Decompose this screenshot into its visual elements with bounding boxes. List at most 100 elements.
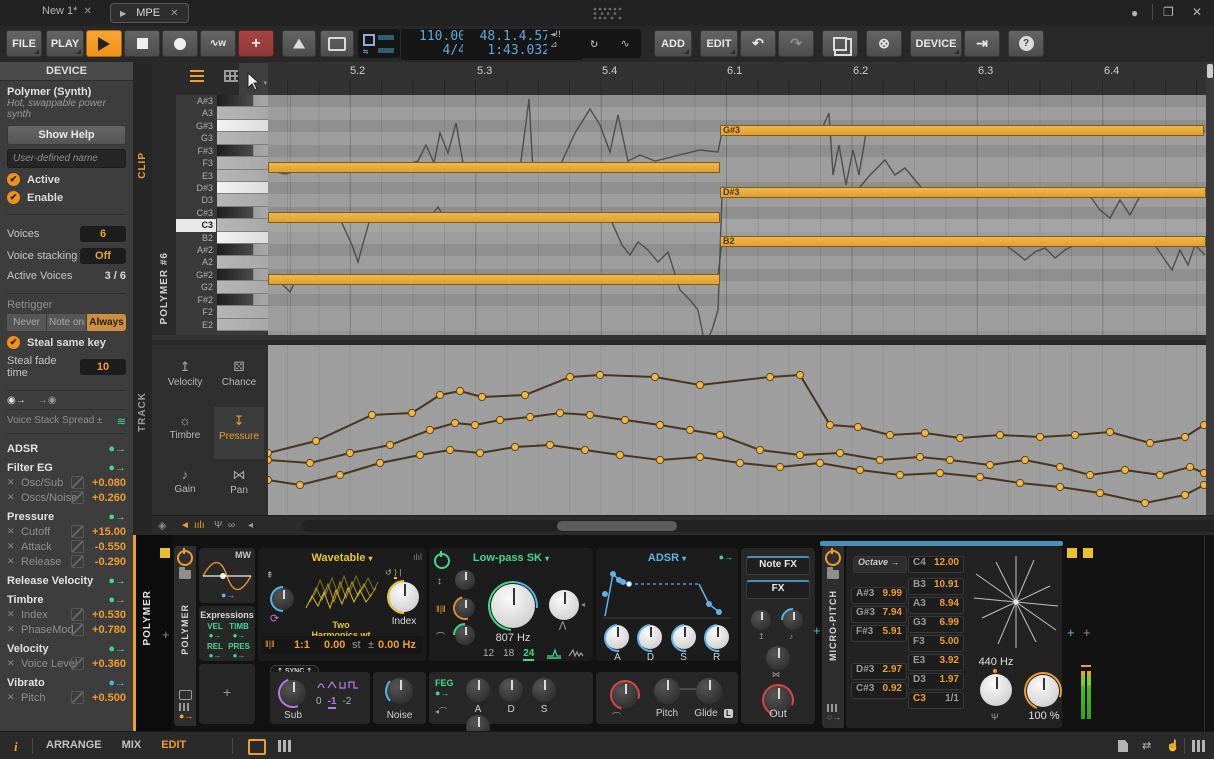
stop-button[interactable] bbox=[124, 30, 160, 57]
mod-source-arrow-icon[interactable]: ●→ bbox=[108, 575, 126, 587]
piano-key-graphic[interactable] bbox=[217, 182, 268, 194]
device-track-header[interactable]: POLYMER + bbox=[136, 535, 172, 731]
piano-key[interactable]: F2 bbox=[176, 306, 268, 318]
piano-key[interactable]: A3 bbox=[176, 107, 268, 119]
note-ratio[interactable]: 8.94 bbox=[940, 598, 959, 609]
piano-key[interactable]: G#3 bbox=[176, 120, 268, 132]
feg-knob[interactable] bbox=[532, 678, 556, 702]
edit-menu-button[interactable]: EDIT bbox=[700, 30, 738, 57]
add-device-end-icon[interactable]: + bbox=[1067, 625, 1075, 640]
piano-key-graphic[interactable] bbox=[217, 232, 268, 244]
micropitch-white-key-row[interactable]: G3 6.99 bbox=[908, 616, 964, 633]
micropitch-black-key-row[interactable]: F#3 5.91 bbox=[851, 625, 907, 642]
expression-button[interactable]: ⋈ Pan bbox=[214, 461, 264, 513]
wt-mode-icons[interactable]: ↺ ⟩ | bbox=[385, 568, 401, 577]
keytrack-icon[interactable]: ⇞ bbox=[266, 570, 274, 581]
touch-mode-icon[interactable]: ☝ bbox=[1166, 739, 1180, 752]
redo-button[interactable]: ↷ bbox=[778, 30, 814, 57]
add-modulator-icon[interactable]: + bbox=[223, 684, 231, 700]
piano-key-graphic[interactable] bbox=[217, 256, 268, 268]
velocity-bars-icon[interactable]: ıılı bbox=[194, 520, 205, 531]
retrigger-option[interactable]: Note on bbox=[47, 314, 86, 331]
adsr-title[interactable]: ADSR ▾ bbox=[596, 548, 738, 564]
piano-key-graphic[interactable] bbox=[217, 170, 268, 182]
metronome-button[interactable] bbox=[282, 30, 316, 57]
link-icon[interactable]: ∞ bbox=[228, 520, 235, 531]
remove-mod-icon[interactable]: ✕ bbox=[7, 609, 15, 620]
note-ratio[interactable]: 7.94 bbox=[883, 607, 902, 618]
note-grid[interactable]: G#3 D#3 B2 bbox=[268, 95, 1206, 335]
piano-key-graphic[interactable] bbox=[217, 207, 268, 219]
vertical-scrollbar[interactable] bbox=[1206, 62, 1214, 515]
adsr-knob-cell[interactable]: R bbox=[702, 624, 732, 663]
note-ratio[interactable]: 1.97 bbox=[940, 674, 959, 685]
piano-key[interactable]: G#2 bbox=[176, 269, 268, 281]
mixer-layout-icon[interactable] bbox=[278, 740, 291, 752]
piano-key-graphic[interactable] bbox=[217, 281, 268, 293]
automation-write-button[interactable]: ∿w bbox=[200, 30, 236, 57]
remove-mod-icon[interactable]: ✕ bbox=[7, 526, 15, 537]
feg-knob[interactable] bbox=[499, 678, 523, 702]
micropitch-white-key-row[interactable]: F3 5.00 bbox=[908, 635, 964, 652]
note-ratio[interactable]: 10.91 bbox=[934, 579, 959, 590]
close-window-button[interactable]: ✕ bbox=[1192, 5, 1202, 19]
note-ratio[interactable]: 12.00 bbox=[934, 557, 959, 568]
piano-key[interactable]: F3 bbox=[176, 157, 268, 169]
mod-targets-tab[interactable]: →◉ bbox=[38, 395, 57, 406]
sub-octave-option[interactable]: 0 bbox=[316, 696, 322, 709]
pitch-knob[interactable] bbox=[654, 678, 680, 704]
expression-button[interactable]: ⚄ Chance bbox=[214, 353, 264, 405]
mod-source-arrow-icon[interactable]: ●→ bbox=[108, 511, 126, 523]
close-tab-icon[interactable]: ✕ bbox=[83, 6, 91, 17]
adsr-envelope-graph[interactable] bbox=[601, 566, 733, 621]
add-device-end-icon2[interactable]: + bbox=[1083, 625, 1091, 640]
note-ratio[interactable]: 9.99 bbox=[883, 588, 902, 599]
piano-key-graphic[interactable] bbox=[217, 95, 268, 107]
piano-key[interactable]: F#2 bbox=[176, 294, 268, 306]
note-ratio[interactable]: 0.92 bbox=[883, 683, 902, 694]
row-value[interactable]: Off bbox=[80, 248, 126, 264]
mod-row[interactable]: ✕ Velocity ●→ bbox=[7, 641, 126, 656]
info-icon[interactable]: i bbox=[14, 739, 18, 755]
note[interactable] bbox=[268, 274, 720, 285]
mod-curve-icon[interactable] bbox=[71, 657, 84, 670]
loop-icon[interactable]: ↻ bbox=[590, 36, 598, 51]
feg-knob-cell[interactable]: D bbox=[496, 678, 526, 715]
piano-key[interactable]: C#3 bbox=[176, 207, 268, 219]
oscillator-type[interactable]: Wavetable ▾ bbox=[258, 548, 426, 564]
help-button[interactable]: ? bbox=[1008, 30, 1044, 57]
close-tab-icon[interactable]: ✕ bbox=[170, 8, 178, 19]
note[interactable] bbox=[268, 162, 720, 173]
mod-row[interactable]: ✕ Oscs/Noise +0.260 ●→ bbox=[7, 490, 126, 505]
view-switch-button[interactable]: EDIT bbox=[161, 739, 186, 751]
horizontal-scrollbar[interactable] bbox=[302, 520, 1214, 532]
piano-key[interactable]: G3 bbox=[176, 132, 268, 144]
pan-knob[interactable] bbox=[766, 646, 790, 670]
swing-icon[interactable]: ∿ bbox=[621, 37, 630, 50]
track-color-swatch[interactable] bbox=[160, 548, 170, 558]
adsr-knob-cell[interactable]: S bbox=[669, 624, 699, 663]
show-help-button[interactable]: Show Help bbox=[7, 125, 126, 145]
punch-display[interactable]: ◄‼ ⊿ bbox=[547, 29, 583, 60]
overdub-button[interactable]: + bbox=[238, 30, 274, 57]
cutoff-value[interactable]: 807 Hz bbox=[487, 632, 539, 644]
note[interactable]: D#3 bbox=[720, 187, 1206, 198]
tool-dropdown-caret[interactable]: ▾ bbox=[263, 79, 267, 87]
polymer-device-strip[interactable]: POLYMER ●→ bbox=[174, 546, 196, 726]
mod-amount[interactable]: +15.00 bbox=[92, 526, 126, 538]
micropitch-black-key-row[interactable]: A#3 9.99 bbox=[851, 587, 907, 604]
mod-row[interactable]: ✕ Release -0.290 ●→ bbox=[7, 554, 126, 569]
grid-dots-icon[interactable] bbox=[827, 704, 838, 712]
mod-row[interactable]: ✕ Osc/Sub +0.080 ●→ bbox=[7, 475, 126, 490]
piano-key-graphic[interactable] bbox=[217, 319, 268, 331]
mod-row[interactable]: ✕ Attack -0.550 ●→ bbox=[7, 539, 126, 554]
ratio-value[interactable]: 1:1 bbox=[294, 639, 310, 651]
mod-curve-icon[interactable] bbox=[71, 525, 84, 538]
device-preset-icon[interactable] bbox=[827, 570, 839, 579]
note-editor-toggle[interactable] bbox=[184, 68, 210, 90]
micropitch-white-key-row[interactable]: D3 1.97 bbox=[908, 673, 964, 690]
expression-button[interactable]: ♪ Gain bbox=[160, 461, 210, 513]
note-ratio[interactable]: 5.91 bbox=[883, 626, 902, 637]
micropitch-black-key-row[interactable]: C#3 0.92 bbox=[851, 682, 907, 699]
mod-source-arrow-icon[interactable]: ●→ bbox=[108, 643, 126, 655]
